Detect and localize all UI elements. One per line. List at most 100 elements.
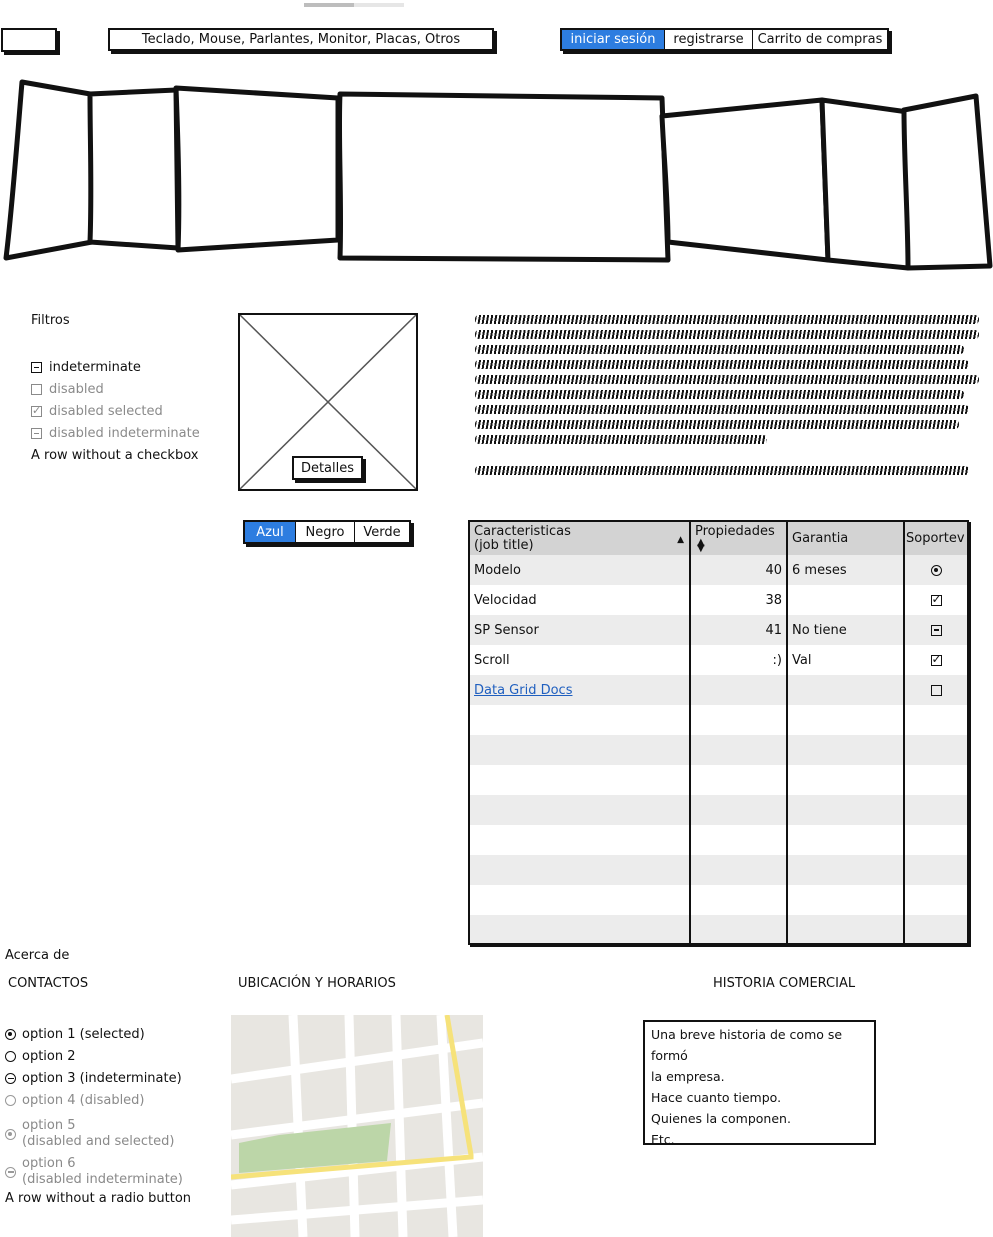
product-image-placeholder: Detalles <box>238 313 418 491</box>
carousel-slide-5 <box>659 97 831 263</box>
radio-selected-icon[interactable] <box>5 1029 16 1040</box>
column-header-soportev[interactable]: Soportev <box>903 522 967 555</box>
tab-iniciar-sesion[interactable]: iniciar sesión <box>562 30 665 49</box>
cell-propiedad: 38 <box>689 585 787 615</box>
table-row <box>470 705 967 735</box>
carousel-slide-center <box>336 91 671 263</box>
cell-soporte[interactable] <box>903 615 967 645</box>
checkbox-icon[interactable] <box>930 684 942 696</box>
cell-propiedad: 40 <box>689 555 787 585</box>
radio-indeterminate-icon[interactable] <box>5 1073 16 1084</box>
radio-option-2[interactable]: option 2 <box>5 1049 191 1071</box>
top-scroll-indicator[interactable] <box>304 3 404 7</box>
cell-caracteristica: Scroll <box>474 652 510 668</box>
color-option-verde[interactable]: Verde <box>355 522 409 542</box>
radio-option-6: option 6 (disabled indeterminate) <box>5 1153 191 1191</box>
category-bar[interactable]: Teclado, Mouse, Parlantes, Monitor, Plac… <box>108 28 494 51</box>
data-grid-table: Caracteristicas (job title) ▲ Propiedade… <box>470 522 967 943</box>
radio-icon <box>5 1095 16 1106</box>
carousel-slide-2 <box>87 87 181 251</box>
cell-garantia: 6 meses <box>786 555 904 585</box>
table-row <box>470 765 967 795</box>
history-line: Quienes la componen. <box>651 1111 791 1126</box>
cell-propiedad <box>689 675 787 705</box>
table-row[interactable]: Velocidad 38 ✓ <box>470 585 967 615</box>
cell-garantia: Val <box>786 645 904 675</box>
cell-garantia: No tiene <box>786 615 904 645</box>
radio-selected-icon[interactable] <box>930 564 942 576</box>
color-option-azul[interactable]: Azul <box>245 522 296 542</box>
data-grid[interactable]: Caracteristicas (job title) ▲ Propiedade… <box>468 520 969 945</box>
filter-item-disabled: disabled <box>31 379 200 401</box>
filter-item-indeterminate[interactable]: indeterminate <box>31 357 200 379</box>
tab-registrarse[interactable]: registrarse <box>665 30 753 49</box>
image-carousel[interactable] <box>0 70 993 275</box>
home-button[interactable]: Home <box>1 28 57 52</box>
indeterminate-checkbox-icon <box>31 428 42 439</box>
checkbox-icon <box>31 384 42 395</box>
table-row <box>470 795 967 825</box>
filters-title: Filtros <box>31 313 70 328</box>
sort-both-icon[interactable]: ▲ ▼ <box>697 538 705 554</box>
cell-soporte[interactable]: ✓ <box>903 585 967 615</box>
column-header-garantia[interactable]: Garantia <box>786 522 904 555</box>
cell-garantia <box>786 675 904 705</box>
cell-caracteristica: Modelo <box>470 555 690 585</box>
column-header-caracteristicas[interactable]: Caracteristicas (job title) ▲ <box>470 522 690 555</box>
description-text-block <box>475 315 979 481</box>
category-bar-label: Teclado, Mouse, Parlantes, Monitor, Plac… <box>141 32 461 47</box>
filter-item-disabled-indeterminate: disabled indeterminate <box>31 423 200 445</box>
history-box: Una breve historia de como se formó la e… <box>643 1020 876 1147</box>
history-line: Etc. <box>651 1132 675 1147</box>
cell-garantia <box>786 585 904 615</box>
radio-option-5: option 5 (disabled and selected) <box>5 1115 191 1153</box>
indeterminate-checkbox-icon[interactable] <box>930 624 942 636</box>
checked-checkbox-icon[interactable]: ✓ <box>930 653 942 666</box>
contacts-heading: CONTACTOS <box>8 976 89 991</box>
table-row[interactable]: Data Grid Docs <box>470 675 967 705</box>
cell-caracteristica: Velocidad <box>474 592 537 608</box>
table-row <box>470 735 967 765</box>
details-button[interactable]: Detalles <box>292 456 363 480</box>
color-selector: Azul Negro Verde <box>243 520 411 544</box>
column-header-propiedades[interactable]: Propiedades▲ ▼ <box>689 522 787 555</box>
radio-option-3[interactable]: option 3 (indeterminate) <box>5 1071 191 1093</box>
carousel-slide-6 <box>819 97 911 271</box>
radio-option-plain: A row without a radio button <box>5 1191 192 1206</box>
color-option-negro[interactable]: Negro <box>296 522 355 542</box>
checked-checkbox-icon[interactable]: ✓ <box>930 593 942 606</box>
radio-selected-icon <box>5 1128 16 1140</box>
radio-icon[interactable] <box>5 1051 16 1062</box>
carousel-slide-3 <box>173 85 341 253</box>
filter-list: indeterminate disabled ✓ disabled selecte… <box>31 357 200 467</box>
data-grid-docs-link[interactable]: Data Grid Docs <box>470 675 690 705</box>
table-row <box>470 855 967 885</box>
contact-options: option 1 (selected) option 2 option 3 (i… <box>5 1027 191 1213</box>
cell-soporte[interactable] <box>903 675 967 705</box>
cell-soporte[interactable]: ✓ <box>903 645 967 675</box>
history-line: Una breve historia de como se formó <box>651 1027 843 1063</box>
tab-carrito-de-compras[interactable]: Carrito de compras <box>753 30 887 49</box>
cell-caracteristica: SP Sensor <box>470 615 690 645</box>
indeterminate-checkbox-icon[interactable] <box>31 362 42 373</box>
about-heading: Acerca de <box>5 948 70 963</box>
radio-indeterminate-icon <box>5 1166 16 1178</box>
sort-ascending-icon[interactable]: ▲ <box>677 533 684 547</box>
filter-item-disabled-selected: ✓ disabled selected <box>31 404 163 419</box>
history-line: Hace cuanto tiempo. <box>651 1090 782 1105</box>
radio-option-1[interactable]: option 1 (selected) <box>5 1027 191 1049</box>
table-row <box>470 915 967 943</box>
location-map[interactable] <box>231 1015 483 1237</box>
account-tabbar: iniciar sesión registrarse Carrito de co… <box>560 28 889 51</box>
table-row[interactable]: Modelo 40 6 meses <box>470 555 967 585</box>
location-heading: UBICACIÓN Y HORARIOS <box>238 976 396 991</box>
table-row <box>470 885 967 915</box>
cell-soporte[interactable] <box>903 555 967 585</box>
carousel-slide-1 <box>3 79 99 261</box>
table-row[interactable]: SP Sensor 41 No tiene <box>470 615 967 645</box>
history-line: la empresa. <box>651 1069 725 1084</box>
checked-checkbox-icon: ✓ <box>31 404 42 417</box>
filter-item-plain: A row without a checkbox <box>31 448 199 463</box>
table-row[interactable]: Scroll :) Val ✓ <box>470 645 967 675</box>
home-label: Home <box>9 32 49 48</box>
